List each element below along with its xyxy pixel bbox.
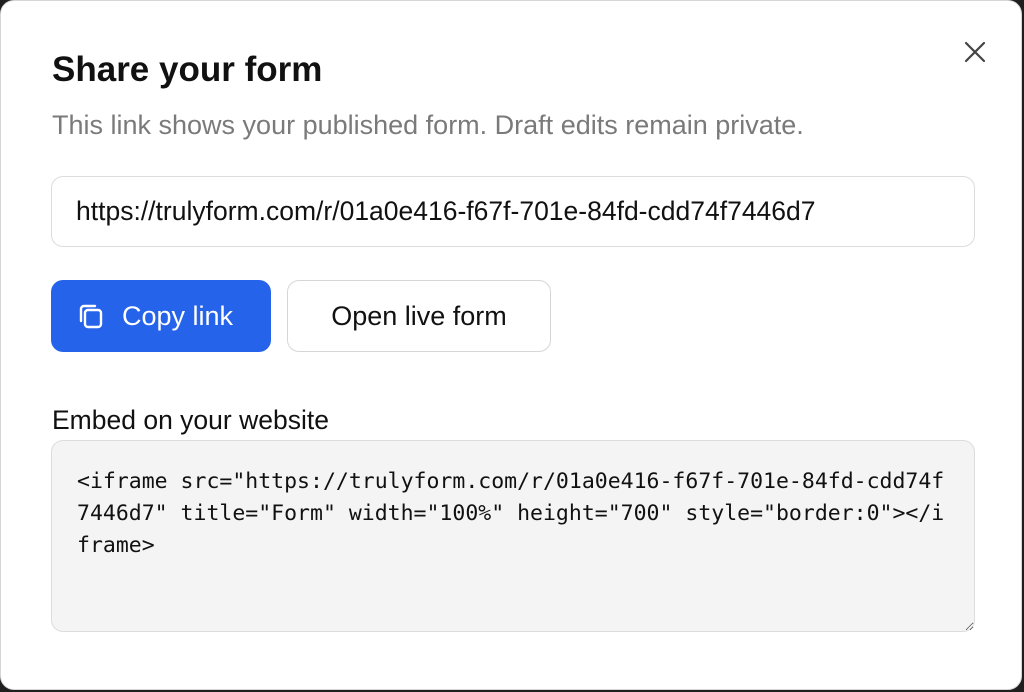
open-live-form-label: Open live form xyxy=(331,300,507,331)
copy-link-label: Copy link xyxy=(122,300,234,331)
open-live-form-button[interactable]: Open live form xyxy=(287,280,551,352)
copy-link-button[interactable]: Copy link xyxy=(51,280,271,352)
share-url-field[interactable] xyxy=(51,176,975,247)
close-button[interactable] xyxy=(959,36,991,68)
dialog-subtitle: This link shows your published form. Dra… xyxy=(52,110,804,140)
embed-code-textarea[interactable]: <iframe src="https://trulyform.com/r/01a… xyxy=(51,440,975,632)
copy-icon xyxy=(75,300,107,332)
embed-label: Embed on your website xyxy=(52,405,329,435)
share-dialog: Share your form This link shows your pub… xyxy=(0,0,1022,690)
close-icon[interactable] xyxy=(963,40,987,64)
dialog-title: Share your form xyxy=(52,50,323,89)
